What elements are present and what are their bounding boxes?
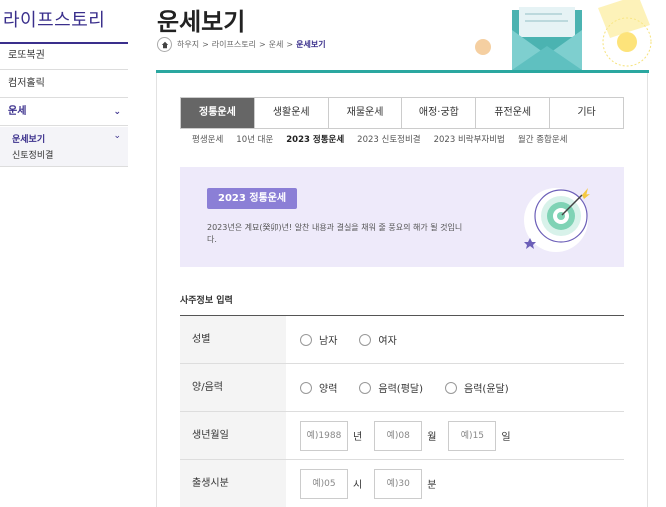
radio-label: 양력 (319, 384, 338, 395)
target-illustration (524, 188, 590, 252)
radio-circle-icon[interactable] (359, 381, 372, 394)
birth-info-form: 성별 남자 여자 양/음력 양력 음력(평달) 음력(윤달) 생년월일 예)19… (180, 315, 624, 507)
form-row-calendar: 양/음력 양력 음력(평달) 음력(윤달) (180, 364, 624, 412)
sidebar-subitem-tojeong[interactable]: 신토정비결 (12, 148, 53, 161)
breadcrumb: 하우지 > 라이프스토리 > 운세 > 운세보기 (157, 37, 326, 52)
breadcrumb-separator: > (202, 40, 209, 49)
radio-male[interactable]: 남자 (300, 332, 337, 347)
fortune-banner: 2023 정통운세 2023년은 계묘(癸卯)년! 알찬 내용과 결실을 채워 … (180, 167, 624, 267)
month-unit: 월 (427, 432, 437, 443)
subtabs: 평생운세 10년 대운 2023 정통운세 2023 신토정비결 2023 비락… (192, 133, 581, 145)
tab-life[interactable]: 생활운세 (253, 98, 328, 128)
radio-lunar-normal[interactable]: 음력(평달) (359, 380, 423, 395)
minute-unit: 분 (427, 480, 437, 491)
birth-year-input[interactable]: 예)1988 (300, 420, 348, 451)
birthtime-label: 출생시분 (180, 460, 286, 507)
content-top-border (156, 70, 649, 73)
subtab-lifetime[interactable]: 평생운세 (192, 133, 223, 145)
subtab-monthly[interactable]: 월간 종합운세 (518, 133, 568, 145)
chevron-down-icon: ⌄ (113, 131, 121, 141)
radio-circle-icon[interactable] (445, 381, 458, 394)
breadcrumb-separator: > (286, 40, 294, 49)
category-tabs: 정통운세 생활운세 재물운세 애정·궁합 퓨전운세 기타 (180, 97, 624, 129)
radio-label: 음력(윤달) (464, 384, 509, 395)
envelope-illustration (475, 0, 652, 70)
sidebar-item-label: 컴저홀릭 (8, 78, 45, 89)
radio-label: 여자 (378, 336, 397, 347)
banner-badge: 2023 정통운세 (207, 188, 298, 209)
sidebar-item-fortune[interactable]: 운세 ⌄ (0, 98, 128, 126)
birthdate-label: 생년월일 (180, 412, 286, 459)
tab-fusion[interactable]: 퓨전운세 (475, 98, 549, 128)
form-row-gender: 성별 남자 여자 (180, 316, 624, 364)
breadcrumb-item[interactable]: 운세 (269, 39, 284, 50)
sidebar-item-lotto[interactable]: 로또복권 (0, 42, 128, 70)
radio-circle-icon[interactable] (359, 333, 372, 346)
radio-label: 음력(평달) (378, 384, 424, 395)
tab-traditional[interactable]: 정통운세 (181, 98, 254, 128)
breadcrumb-current: 운세보기 (296, 40, 326, 49)
page-title: 운세보기 (157, 8, 246, 36)
chevron-down-icon: ⌄ (113, 107, 121, 117)
sidebar-subitem-fortune-view[interactable]: 운세보기 (12, 132, 45, 145)
breadcrumb-separator: > (258, 40, 266, 49)
radio-circle-icon[interactable] (300, 381, 312, 394)
birth-minute-input[interactable]: 예)30 (374, 468, 423, 499)
tab-etc[interactable]: 기타 (549, 98, 623, 128)
subtab-2023-rich[interactable]: 2023 비락부자비법 (434, 133, 505, 145)
subtab-2023-tojeong[interactable]: 2023 신토정비결 (357, 133, 420, 145)
radio-label: 남자 (319, 336, 338, 347)
home-icon[interactable] (157, 37, 172, 52)
sidebar-item-holic[interactable]: 컴저홀릭 (0, 70, 128, 98)
sidebar-item-label: 운세 (8, 106, 27, 117)
birth-hour-input[interactable]: 예)05 (300, 468, 348, 499)
calendar-label: 양/음력 (180, 364, 286, 411)
sidebar-title[interactable]: 라이프스토리 (3, 6, 105, 32)
form-heading: 사주정보 입력 (180, 296, 233, 306)
birth-month-input[interactable]: 예)08 (374, 420, 423, 451)
radio-female[interactable]: 여자 (359, 332, 397, 347)
subtab-10year[interactable]: 10년 대운 (236, 133, 273, 145)
hour-unit: 시 (353, 480, 363, 491)
year-unit: 년 (353, 432, 363, 443)
tab-wealth[interactable]: 재물운세 (327, 98, 402, 128)
sidebar-item-label: 로또복권 (8, 50, 45, 61)
banner-description: 2023년은 계묘(癸卯)년! 알찬 내용과 결실을 채워 줄 풍요의 해가 될… (207, 223, 463, 244)
birth-day-input[interactable]: 예)15 (448, 420, 497, 451)
form-row-birthdate: 생년월일 예)1988 년 예)08 월 예)15 일 (180, 412, 624, 460)
radio-solar[interactable]: 양력 (300, 380, 337, 395)
breadcrumb-item[interactable]: 라이프스토리 (212, 39, 256, 50)
subtab-2023-traditional[interactable]: 2023 정통운세 (286, 133, 344, 145)
radio-lunar-leap[interactable]: 음력(윤달) (445, 380, 509, 395)
breadcrumb-item[interactable]: 하우지 (177, 39, 199, 50)
radio-circle-icon[interactable] (300, 333, 312, 346)
gender-label: 성별 (180, 316, 286, 363)
form-row-birthtime: 출생시분 예)05 시 예)30 분 (180, 460, 624, 507)
tab-love[interactable]: 애정·궁합 (401, 98, 475, 128)
sidebar-submenu: 운세보기 ⌄ 신토정비결 (0, 127, 128, 167)
day-unit: 일 (501, 432, 511, 443)
sidebar: 라이프스토리 로또복권 컴저홀릭 운세 ⌄ 운세보기 ⌄ 신토정비결 (0, 0, 128, 507)
